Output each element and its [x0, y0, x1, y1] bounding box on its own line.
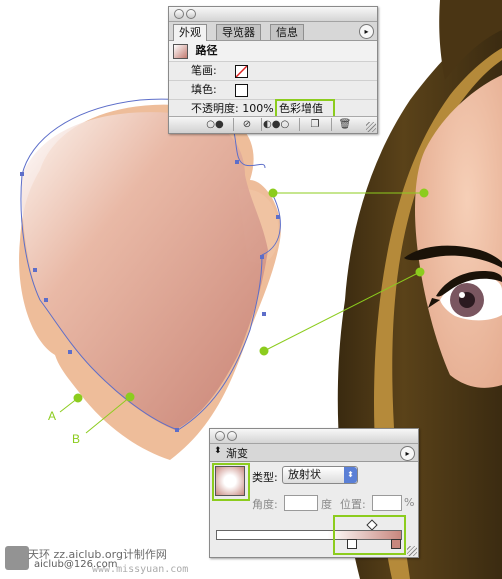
type-select[interactable]: 放射状 ⬍ [282, 466, 358, 484]
path-label: 路径 [195, 44, 218, 57]
callout-label-b: B [72, 432, 80, 446]
path-row[interactable]: 路径 [169, 41, 377, 62]
angle-input[interactable] [284, 495, 318, 511]
reduce-to-basic-appearance-icon[interactable]: ◐●○ [263, 118, 289, 131]
appearance-panel-titlebar[interactable] [169, 7, 377, 22]
stroke-swatch-none-icon[interactable] [235, 65, 248, 78]
location-input[interactable] [372, 495, 402, 511]
gradient-stops-highlight-box [333, 515, 406, 555]
type-select-value: 放射状 [288, 468, 321, 481]
location-label: 位置: [340, 498, 366, 511]
angle-unit: 度 [321, 498, 332, 511]
fill-row[interactable]: 填色: [169, 81, 377, 100]
tab-appearance[interactable]: 外观 [173, 24, 207, 41]
collapse-arrows-icon[interactable]: ⬍ [214, 446, 222, 456]
stroke-label: 笔画: [191, 64, 217, 77]
new-art-maintains-appearance-icon[interactable]: ○● [203, 118, 227, 131]
appearance-tabs: 外观 导览器 信息 ▸ [169, 22, 377, 41]
path-thumbnail-icon [173, 43, 188, 59]
tab-info[interactable]: 信息 [270, 24, 304, 40]
gradient-shadow-shape [21, 112, 269, 430]
gradient-tab-strip: ⬍ 渐变 ▸ [210, 444, 418, 462]
fill-label: 填色: [191, 83, 217, 96]
clear-appearance-icon[interactable]: ⊘ [235, 118, 259, 131]
gradient-panel: ⬍ 渐变 ▸ 类型: 放射状 ⬍ 角度: 度 位置: % [209, 428, 419, 558]
eye-highlight [459, 292, 465, 298]
tab-navigator[interactable]: 导览器 [216, 24, 261, 40]
fill-swatch-icon[interactable] [235, 84, 248, 97]
type-label: 类型: [252, 471, 278, 484]
minimize-button[interactable] [186, 9, 196, 19]
panel-menu-button[interactable]: ▸ [359, 24, 374, 39]
gradient-panel-titlebar[interactable] [210, 429, 418, 444]
window-controls [215, 431, 239, 444]
watermark-line3: www.missyuan.com [92, 564, 189, 575]
close-button[interactable] [215, 431, 225, 441]
callout-label-a: A [48, 409, 56, 423]
watermark: 天环 zz.aiclub.org计制作网 aiclub@126.com www.… [0, 542, 240, 579]
appearance-toolbar: ○● ⊘ ◐●○ ❐ 🗑 [169, 116, 377, 133]
resize-grip-icon[interactable] [407, 546, 417, 556]
window-controls [174, 9, 198, 22]
gradient-title: 渐变 [226, 447, 248, 460]
stroke-row[interactable]: 笔画: [169, 62, 377, 81]
appearance-panel: 外观 导览器 信息 ▸ 路径 笔画: 填色: 不透明度: 100% 色彩增值 ○… [168, 6, 378, 134]
minimize-button[interactable] [227, 431, 237, 441]
duplicate-item-icon[interactable]: ❐ [303, 118, 327, 131]
delete-item-icon[interactable]: 🗑 [333, 118, 357, 131]
select-arrow-icon: ⬍ [344, 467, 357, 483]
resize-grip-icon[interactable] [366, 122, 376, 132]
close-button[interactable] [174, 9, 184, 19]
location-unit: % [404, 496, 415, 509]
watermark-logo-icon [5, 546, 29, 570]
panel-menu-button[interactable]: ▸ [400, 446, 415, 461]
gradient-preview-highlight-box [212, 463, 250, 501]
angle-label: 角度: [252, 498, 278, 511]
